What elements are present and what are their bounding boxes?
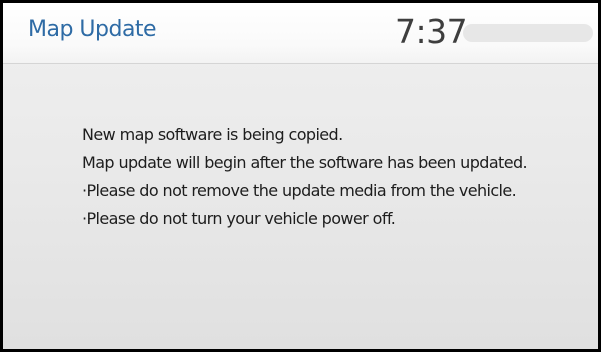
message-body: New map software is being copied. Map up… (82, 121, 582, 233)
status-pill (463, 24, 593, 42)
screen-title: Map Update (28, 17, 157, 42)
message-line-update-begin: Map update will begin after the software… (82, 153, 528, 172)
message-line-copying: New map software is being copied. (82, 125, 343, 144)
display-screen: Map Update 7:37 New map software is bein… (0, 0, 601, 352)
message-line-power-off-warning: ·Please do not turn your vehicle power o… (82, 209, 396, 228)
clock: 7:37 (395, 12, 468, 51)
message-line-remove-media-warning: ·Please do not remove the update media f… (82, 181, 517, 200)
header-bar: Map Update 7:37 (3, 3, 598, 64)
